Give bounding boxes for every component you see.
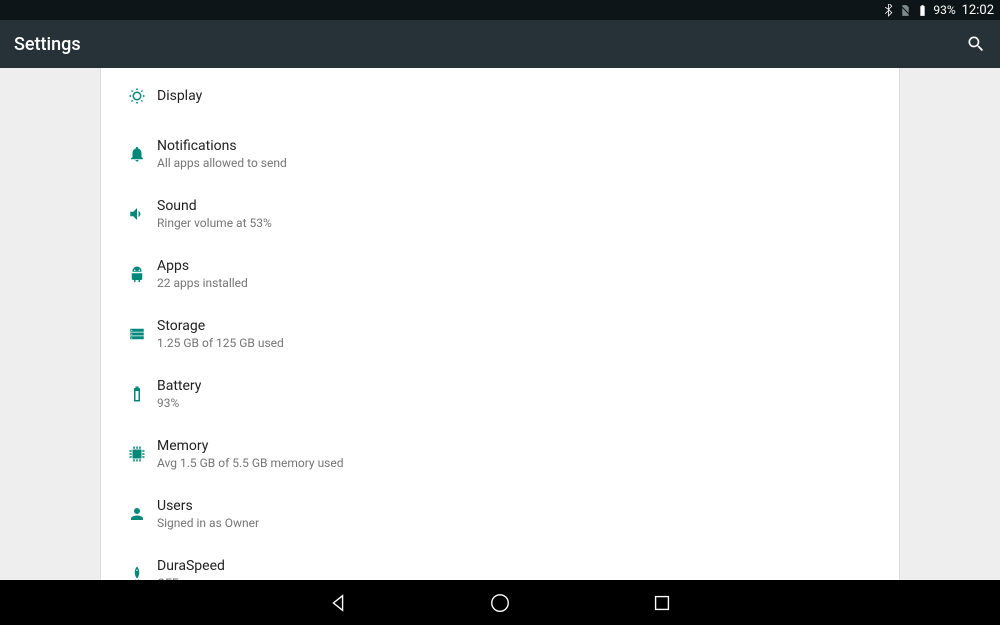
setting-label: Display xyxy=(157,88,883,104)
setting-label: Memory xyxy=(157,438,883,454)
setting-label: Battery xyxy=(157,378,883,394)
setting-duraspeed[interactable]: DuraSpeed OFF xyxy=(101,544,899,580)
setting-sublabel: Avg 1.5 GB of 5.5 GB memory used xyxy=(157,456,883,470)
setting-label: Notifications xyxy=(157,138,883,154)
battery-icon xyxy=(916,4,929,17)
bell-icon xyxy=(117,145,157,163)
setting-label: Apps xyxy=(157,258,883,274)
setting-users[interactable]: Users Signed in as Owner xyxy=(101,484,899,544)
search-icon[interactable] xyxy=(966,34,986,54)
navigation-bar xyxy=(0,580,1000,625)
clock: 12:02 xyxy=(962,3,994,18)
recent-button[interactable] xyxy=(651,592,673,614)
setting-battery[interactable]: Battery 93% xyxy=(101,364,899,424)
setting-sublabel: Ringer volume at 53% xyxy=(157,216,883,230)
setting-sublabel: All apps allowed to send xyxy=(157,156,883,170)
setting-memory[interactable]: Memory Avg 1.5 GB of 5.5 GB memory used xyxy=(101,424,899,484)
setting-apps[interactable]: Apps 22 apps installed xyxy=(101,244,899,304)
setting-storage[interactable]: Storage 1.25 GB of 125 GB used xyxy=(101,304,899,364)
memory-icon xyxy=(117,445,157,463)
back-button[interactable] xyxy=(327,592,349,614)
setting-display[interactable]: Display xyxy=(101,68,899,124)
setting-label: DuraSpeed xyxy=(157,558,883,574)
person-icon xyxy=(117,505,157,523)
settings-content: Display Notifications All apps allowed t… xyxy=(0,68,1000,580)
volume-icon xyxy=(117,205,157,223)
display-icon xyxy=(117,87,157,105)
setting-sublabel: 1.25 GB of 125 GB used xyxy=(157,336,883,350)
home-button[interactable] xyxy=(489,592,511,614)
setting-label: Sound xyxy=(157,198,883,214)
status-bar: 93% 12:02 xyxy=(0,0,1000,20)
settings-card: Display Notifications All apps allowed t… xyxy=(100,68,900,580)
battery-setting-icon xyxy=(117,385,157,403)
app-bar: Settings xyxy=(0,20,1000,68)
setting-sublabel: 22 apps installed xyxy=(157,276,883,290)
setting-sublabel: Signed in as Owner xyxy=(157,516,883,530)
setting-label: Storage xyxy=(157,318,883,334)
setting-sound[interactable]: Sound Ringer volume at 53% xyxy=(101,184,899,244)
setting-sublabel: 93% xyxy=(157,396,883,410)
setting-label: Users xyxy=(157,498,883,514)
storage-icon xyxy=(117,325,157,343)
setting-notifications[interactable]: Notifications All apps allowed to send xyxy=(101,124,899,184)
bluetooth-icon xyxy=(882,4,895,17)
battery-percent: 93% xyxy=(933,3,955,17)
page-title: Settings xyxy=(14,34,81,55)
no-sim-icon xyxy=(899,4,912,17)
rocket-icon xyxy=(117,565,157,580)
android-icon xyxy=(117,265,157,283)
